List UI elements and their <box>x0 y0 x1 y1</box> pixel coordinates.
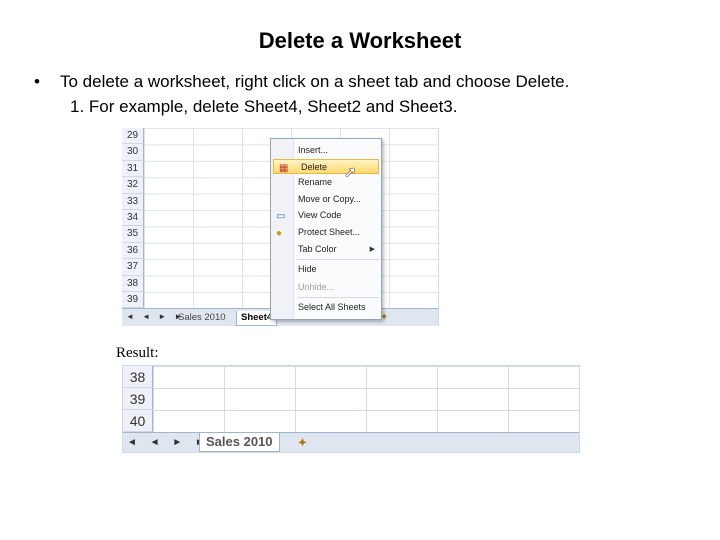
row-header[interactable]: 29 <box>122 128 144 145</box>
menu-item-label: Select All Sheets <box>298 302 366 312</box>
row-headers: 38 39 40 <box>123 366 153 432</box>
bullet-marker: • <box>34 72 40 91</box>
row-header[interactable]: 39 <box>123 388 153 410</box>
row-header[interactable]: 31 <box>122 160 144 178</box>
menu-item-move-or-copy[interactable]: Move or Copy... <box>271 192 381 207</box>
bullet-text: To delete a worksheet, right click on a … <box>60 72 570 91</box>
delete-sheet-icon: ▦ <box>279 163 289 174</box>
menu-item-tab-color[interactable]: Tab Color ▶ <box>271 242 381 257</box>
menu-item-delete[interactable]: ▦ Delete <box>273 159 379 174</box>
menu-separator <box>297 259 379 260</box>
row-header[interactable]: 33 <box>122 193 144 210</box>
menu-item-label: Protect Sheet... <box>298 227 361 237</box>
cell-grid[interactable] <box>153 366 579 432</box>
submenu-arrow-icon: ▶ <box>369 246 375 253</box>
excel-screenshot-result: 38 39 40 ◄ ◄ ► ► Sales 2010 ✦ <box>122 365 580 453</box>
menu-item-protect-sheet[interactable]: ● Protect Sheet... <box>271 225 381 240</box>
menu-separator <box>297 297 379 298</box>
row-header[interactable]: 34 <box>122 209 144 227</box>
sheet-tab-sales-2010[interactable]: Sales 2010 <box>199 433 280 452</box>
menu-item-hide[interactable]: Hide <box>271 262 381 277</box>
row-header[interactable]: 38 <box>122 275 144 292</box>
menu-item-rename[interactable]: Rename <box>271 175 381 190</box>
menu-item-label: Tab Color <box>298 244 337 254</box>
menu-item-label: Move or Copy... <box>298 194 361 204</box>
menu-item-label: Unhide... <box>298 282 335 292</box>
row-header[interactable]: 38 <box>123 366 153 388</box>
excel-screenshot-context-menu: 29 30 31 32 33 34 35 36 37 38 39 ◄ ◄ ► ►… <box>122 128 439 326</box>
bullet-instruction: • To delete a worksheet, right click on a… <box>34 72 569 92</box>
row-header[interactable]: 30 <box>122 144 144 161</box>
step-text: 1. For example, delete Sheet4, Sheet2 an… <box>70 97 458 116</box>
sheet-tab-bar: ◄ ◄ ► ► Sales 2010 ✦ <box>123 432 579 452</box>
sheet-nav-buttons[interactable]: ◄ ◄ ► ► <box>127 437 210 448</box>
row-header[interactable]: 37 <box>122 259 144 276</box>
menu-item-insert[interactable]: Insert... <box>271 143 381 158</box>
view-code-icon: ▭ <box>276 211 286 222</box>
sheet-context-menu: Insert... ▦ Delete Rename Move or Copy..… <box>270 138 382 320</box>
row-header[interactable]: 40 <box>123 410 153 432</box>
row-header[interactable]: 32 <box>122 177 144 194</box>
row-headers: 29 30 31 32 33 34 35 36 37 38 39 <box>122 128 144 309</box>
menu-item-view-code[interactable]: ▭ View Code <box>271 208 381 223</box>
menu-item-label: View Code <box>298 210 342 220</box>
result-label: Result: <box>116 345 159 361</box>
menu-item-label: Delete <box>301 162 328 172</box>
menu-item-label: Hide <box>298 264 317 274</box>
menu-item-unhide: Unhide... <box>271 280 381 295</box>
menu-item-select-all-sheets[interactable]: Select All Sheets <box>271 300 381 315</box>
row-header[interactable]: 36 <box>122 242 144 260</box>
mouse-cursor-icon: ➚ <box>344 164 357 181</box>
insert-worksheet-icon[interactable]: ✦ <box>297 435 308 451</box>
menu-item-label: Rename <box>298 177 333 187</box>
menu-item-label: Insert... <box>298 145 329 155</box>
sheet-tab-sales-2010[interactable]: Sales 2010 <box>174 311 230 325</box>
protect-sheet-icon: ● <box>276 228 283 239</box>
row-header[interactable]: 39 <box>122 291 144 309</box>
slide-title: Delete a Worksheet <box>258 28 462 53</box>
row-header[interactable]: 35 <box>122 226 144 243</box>
